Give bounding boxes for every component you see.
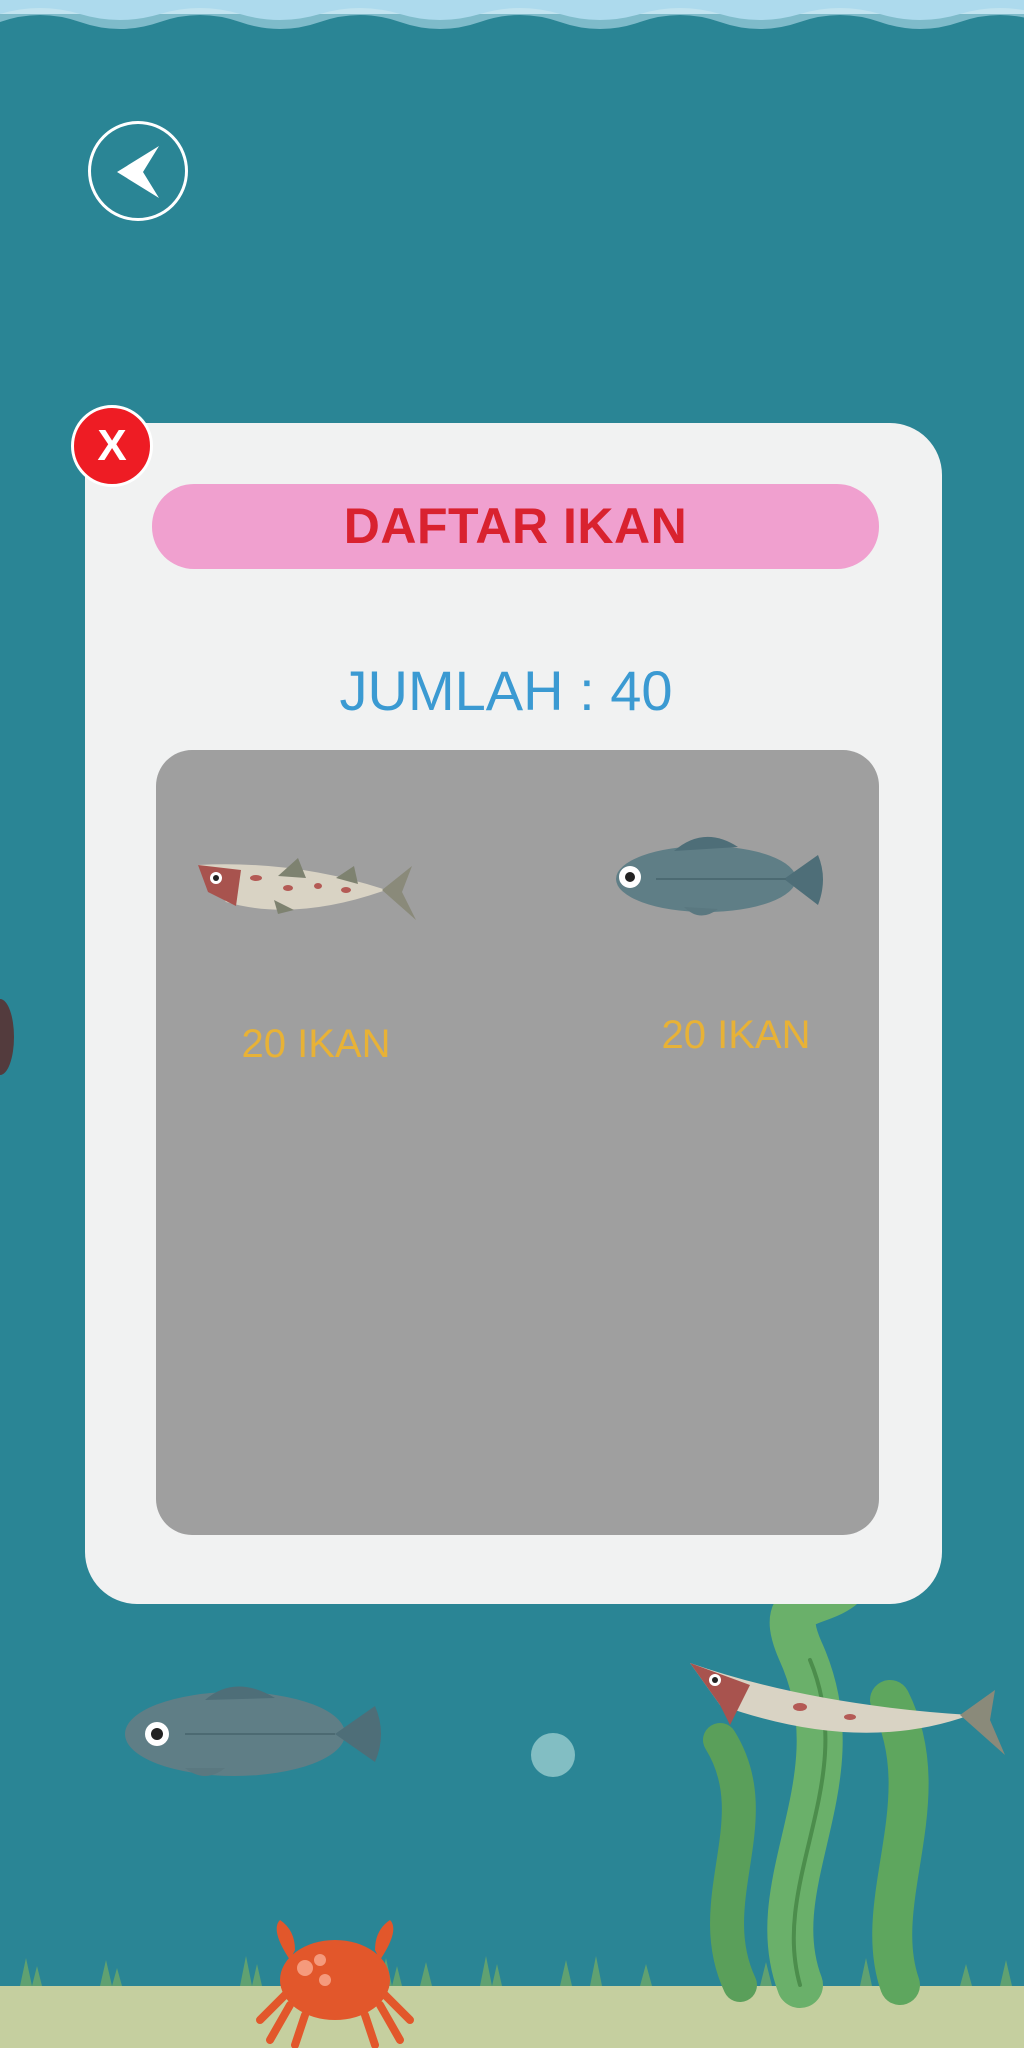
gray-fish-icon — [616, 836, 823, 916]
panel-title: DAFTAR IKAN — [152, 484, 879, 569]
spotted-fish-icon — [198, 858, 416, 920]
fish-count-text: JUMLAH : 40 — [339, 659, 673, 722]
back-button[interactable] — [88, 121, 188, 221]
background-fish — [125, 1686, 381, 1776]
fish-list-item: 20 IKAN — [186, 830, 446, 1066]
fish-count-label: 20 IKAN — [241, 1022, 391, 1066]
seaweed — [703, 1537, 929, 2008]
back-arrow-icon — [117, 146, 159, 198]
close-button[interactable]: X — [71, 405, 153, 487]
fish-list-item: 20 IKAN — [606, 825, 866, 1057]
fish-list-container: 20 IKAN 20 IKAN — [156, 750, 879, 1535]
fish-count-label: 20 IKAN — [661, 1013, 811, 1057]
bubble — [531, 1733, 575, 1777]
